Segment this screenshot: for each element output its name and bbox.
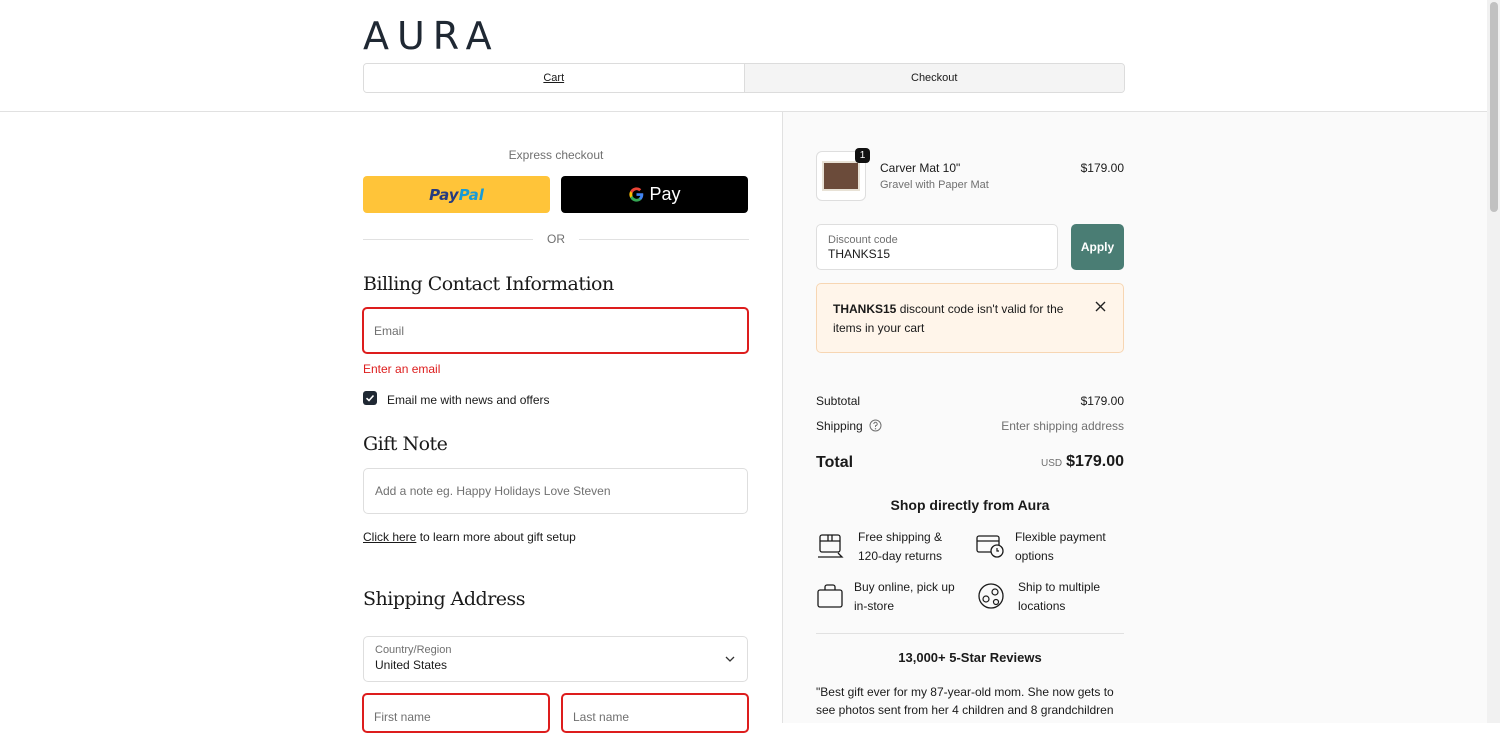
shipping-value: Enter shipping address [1001,419,1124,433]
review-quote-line2: see photos sent from her 4 children and … [816,703,1114,717]
alert-code: THANKS15 [833,302,897,316]
email-error-message: Enter an email [363,362,441,376]
bag-icon [817,584,843,608]
email-field[interactable]: Email [362,307,749,354]
card-clock-icon [976,535,1004,558]
perk-multiple-locations-line1: Ship to multiple [1018,580,1101,594]
first-name-placeholder: First name [374,710,431,724]
subtotal-label: Subtotal [816,394,861,408]
newsletter-checkbox[interactable] [363,391,377,405]
perk-flexible-payment-line2: options [1015,549,1054,563]
total-value: $179.00 [1066,453,1124,470]
google-pay-button[interactable]: Pay [561,176,748,213]
alert-message: THANKS15 discount code isn't valid for t… [833,300,1083,338]
paypal-logo-part1: Pay [429,185,459,204]
product-name: Carver Mat 10" [880,161,961,175]
gift-note-title: Gift Note [363,433,448,455]
google-pay-label: Pay [649,184,681,204]
tab-checkout: Checkout [743,64,1124,92]
total-currency: USD [1041,458,1063,469]
discount-code-input[interactable]: Discount code THANKS15 [816,224,1058,270]
last-name-placeholder: Last name [573,710,630,724]
perk-free-shipping-line2: 120-day returns [858,549,943,563]
help-circle-icon[interactable] [869,419,882,432]
product-price: $179.00 [1080,161,1124,175]
product-variant: Gravel with Paper Mat [880,179,989,191]
quantity-badge: 1 [855,148,870,163]
order-summary-panel [783,112,1487,723]
newsletter-label[interactable]: Email me with news and offers [387,393,550,407]
aura-logo[interactable]: AURA [363,14,500,58]
checkout-breadcrumb: Cart Checkout [363,63,1125,93]
perks-title: Shop directly from Aura [890,497,1050,513]
discount-error-alert: THANKS15 discount code isn't valid for t… [816,283,1124,353]
paypal-button[interactable]: Pay Pal [363,176,550,213]
review-quote: "Best gift ever for my 87-year-old mom. … [816,683,1136,719]
perk-pickup: Buy online, pick up in-store [854,578,955,616]
discount-code-value: THANKS15 [828,247,891,261]
close-icon[interactable] [1095,301,1106,312]
gift-note-input[interactable]: Add a note eg. Happy Holidays Love Steve… [363,468,748,514]
gift-setup-text: to learn more about gift setup [416,530,576,544]
country-value: United States [375,658,448,672]
globe-pin-icon [978,583,1004,609]
reviews-title: 13,000+ 5-Star Reviews [898,650,1042,665]
express-checkout-label: Express checkout [508,148,604,162]
box-return-icon [818,534,844,558]
perk-multiple-locations-line2: locations [1018,599,1066,613]
scrollbar-thumb[interactable] [1490,2,1498,212]
perk-free-shipping: Free shipping & 120-day returns [858,528,942,566]
perk-flexible-payment-line1: Flexible payment [1015,530,1106,544]
country-select[interactable]: Country/Region United States [363,636,748,682]
perk-free-shipping-line1: Free shipping & [858,530,943,544]
discount-code-label: Discount code [828,234,898,246]
product-image [822,161,860,191]
chevron-down-icon [725,656,735,662]
email-placeholder: Email [374,323,405,338]
or-divider-text: OR [533,232,579,246]
last-name-field[interactable]: Last name [561,693,749,733]
review-quote-line1: "Best gift ever for my 87-year-old mom. … [816,685,1114,699]
perk-pickup-line2: in-store [854,599,895,613]
paypal-logo-part2: Pal [458,185,484,204]
checkmark-icon [365,394,375,402]
perk-flexible-payment: Flexible payment options [1015,528,1106,566]
gift-setup-help: Click here to learn more about gift setu… [363,530,576,544]
site-header: AURA Cart Checkout [0,0,1487,112]
gift-note-placeholder: Add a note eg. Happy Holidays Love Steve… [375,484,611,498]
apply-discount-button[interactable]: Apply [1071,224,1124,270]
shipping-address-title: Shipping Address [363,588,526,610]
subtotal-value: $179.00 [1080,394,1124,408]
shipping-label: Shipping [816,419,863,433]
tab-cart[interactable]: Cart [364,64,744,92]
first-name-field[interactable]: First name [362,693,550,733]
reviews-divider [816,633,1124,634]
google-g-icon [629,187,644,202]
country-label: Country/Region [375,644,452,656]
billing-section-title: Billing Contact Information [363,273,614,295]
gift-setup-link[interactable]: Click here [363,530,416,544]
perk-pickup-line1: Buy online, pick up [854,580,955,594]
total-label: Total [816,454,854,471]
perk-multiple-locations: Ship to multiple locations [1018,578,1100,616]
